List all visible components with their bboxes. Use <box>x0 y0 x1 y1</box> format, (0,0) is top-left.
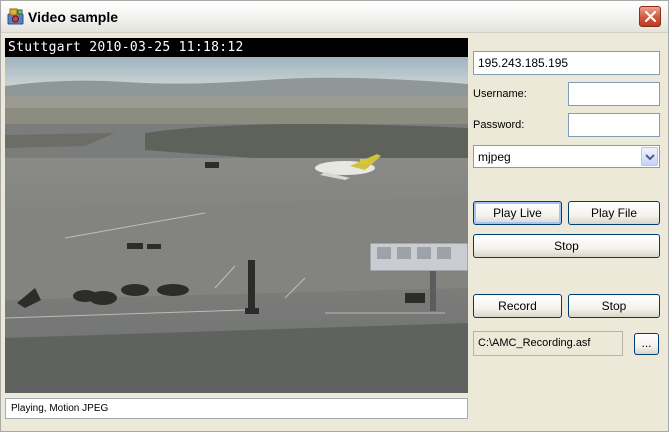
recording-path-field[interactable]: C:\AMC_Recording.asf <box>473 331 623 356</box>
status-bar: Playing, Motion JPEG <box>5 398 468 419</box>
window-title: Video sample <box>28 9 119 25</box>
camera-app-icon <box>7 8 24 25</box>
video-display: Stuttgart 2010-03-25 11:18:12 <box>5 38 468 393</box>
format-dropdown-button[interactable] <box>641 147 658 166</box>
client-area: Stuttgart 2010-03-25 11:18:12 Playing, M… <box>1 34 668 431</box>
chevron-down-icon <box>645 154 655 161</box>
address-input[interactable]: 195.243.185.195 <box>473 51 660 75</box>
play-live-button[interactable]: Play Live <box>473 201 562 225</box>
browse-button[interactable]: ... <box>634 333 659 355</box>
video-overlay-text: Stuttgart 2010-03-25 11:18:12 <box>5 38 468 57</box>
username-input[interactable] <box>568 82 660 106</box>
record-button[interactable]: Record <box>473 294 562 318</box>
username-label: Username: <box>473 88 527 100</box>
close-button[interactable] <box>639 6 661 27</box>
password-label: Password: <box>473 119 525 131</box>
title-bar[interactable]: Video sample <box>1 1 668 33</box>
password-input[interactable] <box>568 113 660 137</box>
close-icon <box>644 10 657 23</box>
format-select[interactable]: mjpeg <box>473 145 660 168</box>
play-file-button[interactable]: Play File <box>568 201 660 225</box>
app-window: Video sample Stuttgart 2010-03-25 11:18:… <box>0 0 669 432</box>
stop-recording-button[interactable]: Stop <box>568 294 660 318</box>
stop-playback-button[interactable]: Stop <box>473 234 660 258</box>
format-selected-value: mjpeg <box>478 150 511 164</box>
video-frame-image <box>5 57 468 393</box>
